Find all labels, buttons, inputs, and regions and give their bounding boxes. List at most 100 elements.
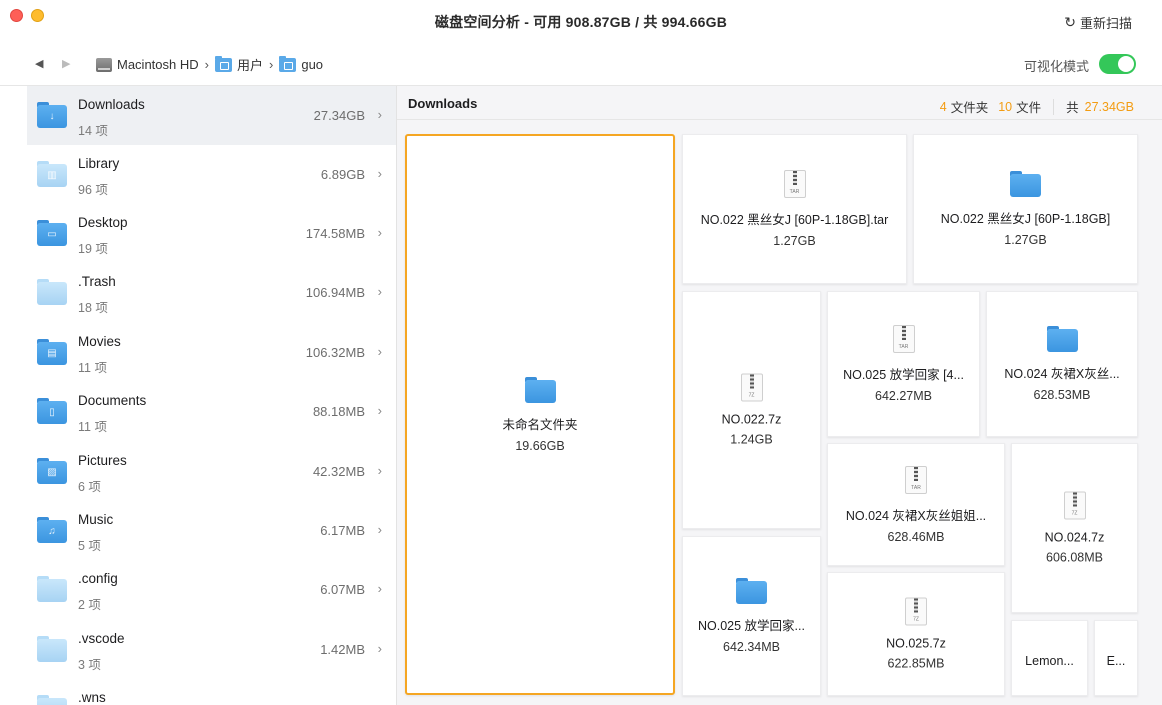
users-folder-icon (214, 55, 232, 72)
crumb-macintosh-hd[interactable]: Macintosh HD (96, 57, 199, 72)
crumb-guo[interactable]: guo (279, 55, 323, 72)
archive-icon: TAR (783, 170, 806, 198)
back-arrow-icon[interactable]: ◀ (35, 57, 43, 70)
chevron-right-icon[interactable]: › (378, 522, 382, 537)
folder-icon (1046, 326, 1078, 352)
item-size: 106.94MB (305, 285, 365, 300)
downloads-folder-icon: ↓ (37, 102, 67, 128)
folder-icon (37, 576, 67, 602)
treemap-tile[interactable]: TAR NO.024 灰裙X灰丝姐姐... 628.46MB (827, 443, 1005, 566)
music-folder-icon: ♫ (37, 517, 67, 543)
item-name: Library (78, 156, 120, 171)
pictures-folder-icon: ▨ (37, 458, 67, 484)
tile-name: E... (1106, 654, 1126, 668)
folder-stats: 4 文件夹 10 文件 共 27.34GB (940, 97, 1134, 116)
desktop-folder-icon: ▭ (37, 220, 67, 246)
tile-name: Lemon... (1025, 654, 1074, 668)
tile-size: 1.27GB (1004, 233, 1047, 247)
folder-icon (37, 279, 67, 305)
folders-count: 4 (939, 99, 947, 114)
list-item[interactable]: .Trash 18 项 106.94MB › (27, 263, 396, 322)
folder-icon (736, 578, 767, 604)
tile-name: NO.022.7z (721, 412, 782, 427)
folder-icon (1010, 171, 1041, 197)
item-count: 11 项 (78, 361, 107, 375)
treemap-tile[interactable]: NO.024 灰裙X灰丝... 628.53MB (986, 291, 1138, 437)
home-folder-icon (279, 55, 297, 72)
list-item[interactable]: ▤ Movies 11 项 106.32MB › (27, 323, 396, 382)
treemap-tile[interactable]: NO.022 黑丝女J [60P-1.18GB] 1.27GB (913, 134, 1138, 284)
item-size: 6.17MB (320, 523, 365, 538)
tile-size: 19.66GB (515, 438, 565, 453)
chevron-right-icon[interactable]: › (378, 107, 382, 122)
chevron-right-icon[interactable]: › (378, 641, 382, 656)
treemap-tile[interactable]: NO.025 放学回家... 642.34MB (682, 536, 821, 696)
chevron-right-icon[interactable]: › (378, 225, 382, 240)
list-item[interactable]: ▯ Documents 11 项 88.18MB › (27, 382, 396, 441)
item-count: 2 项 (78, 598, 101, 612)
list-item[interactable]: ▭ Desktop 19 项 174.58MB › (27, 204, 396, 263)
treemap-header: Downloads 4 文件夹 10 文件 共 27.34GB (397, 86, 1162, 120)
treemap-tile[interactable]: 7Z NO.024.7z 606.08MB (1011, 443, 1138, 613)
treemap-tile[interactable]: Lemon... (1011, 620, 1088, 696)
visual-mode-label: 可视化模式 (1023, 59, 1089, 74)
tile-name: NO.025 放学回家 [4... (843, 368, 964, 382)
treemap-panel: Downloads 4 文件夹 10 文件 共 27.34GB 未命名文件夹 19… (397, 86, 1162, 705)
item-size: 88.18MB (312, 404, 365, 419)
chevron-right-icon[interactable]: › (378, 463, 382, 478)
refresh-icon: ↻ (1064, 14, 1076, 30)
item-size: 27.34GB (313, 108, 365, 123)
treemap-tile[interactable]: TAR NO.025 放学回家 [4... 642.27MB (827, 291, 980, 437)
item-count: 3 项 (78, 658, 101, 672)
chevron-right-icon[interactable]: › (378, 166, 382, 181)
treemap-tile[interactable]: 7Z NO.022.7z 1.24GB (682, 291, 821, 529)
item-count: 19 项 (78, 242, 108, 256)
item-name: .wns (78, 690, 106, 705)
divider (1053, 98, 1055, 115)
treemap-tile[interactable]: TAR NO.022 黑丝女J [60P-1.18GB].tar 1.27GB (682, 134, 907, 284)
archive-icon: 7Z (740, 373, 763, 402)
list-item[interactable]: ♫ Music 5 项 6.17MB › (27, 501, 396, 560)
chevron-right-icon[interactable]: › (378, 581, 382, 596)
list-item[interactable]: ▨ Pictures 6 项 42.32MB › (27, 442, 396, 501)
archive-icon: 7Z (1063, 491, 1086, 520)
treemap-tile[interactable]: 未命名文件夹 19.66GB (405, 134, 675, 695)
archive-icon: 7Z (905, 597, 927, 626)
forward-arrow-icon[interactable]: ▶ (62, 57, 70, 70)
item-name: Music (78, 512, 114, 527)
list-item[interactable]: .wns (27, 679, 396, 705)
hard-drive-icon (96, 57, 112, 72)
chevron-right-icon[interactable]: › (378, 284, 382, 299)
item-name: .Trash (78, 274, 116, 289)
item-name: Desktop (78, 215, 128, 230)
list-item[interactable]: .vscode 3 项 1.42MB › (27, 620, 396, 679)
tile-size: 628.46MB (887, 529, 945, 544)
chevron-right-icon[interactable]: › (378, 403, 382, 418)
folders-label: 文件夹 (950, 101, 989, 115)
treemap-tile[interactable]: 7Z NO.025.7z 622.85MB (827, 572, 1005, 696)
list-item[interactable]: .config 2 项 6.07MB › (27, 560, 396, 619)
item-count: 5 项 (78, 539, 101, 553)
rescan-button[interactable]: ↻ 重新扫描 (1064, 13, 1132, 32)
files-count: 10 (998, 99, 1013, 114)
title-bar: 磁盘空间分析 - 可用 908.87GB / 共 994.66GB ↻ 重新扫描 (0, 0, 1162, 44)
tile-size: 606.08MB (1046, 550, 1103, 565)
tile-size: 1.24GB (730, 432, 773, 447)
window-title: 磁盘空间分析 - 可用 908.87GB / 共 994.66GB (434, 14, 728, 30)
item-count: 14 项 (78, 124, 108, 138)
tile-name: 未命名文件夹 (502, 417, 578, 432)
tile-name: NO.024.7z (1044, 530, 1105, 545)
item-size: 6.07MB (320, 582, 365, 597)
chevron-right-icon: › (269, 57, 274, 72)
treemap-tile[interactable]: E... (1094, 620, 1138, 696)
folder-icon (524, 376, 556, 403)
item-count: 96 项 (78, 183, 108, 197)
item-size: 174.58MB (305, 226, 365, 241)
list-item[interactable]: ↓ Downloads 14 项 27.34GB › (27, 86, 396, 145)
list-item[interactable]: ▥ Library 96 项 6.89GB › (27, 145, 396, 204)
crumb-users[interactable]: 用户 (214, 55, 263, 74)
visual-mode-toggle[interactable] (1099, 54, 1136, 74)
tile-size: 628.53MB (1033, 388, 1091, 402)
total-label: 共 (1066, 101, 1079, 115)
chevron-right-icon[interactable]: › (378, 344, 382, 359)
